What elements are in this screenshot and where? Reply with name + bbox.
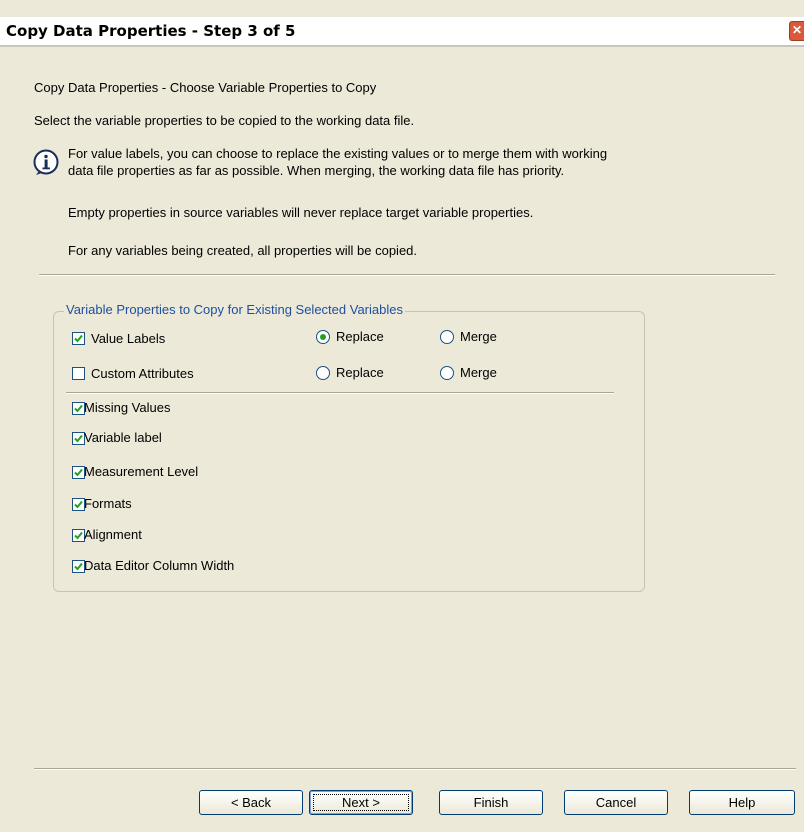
custom-attributes-replace-label[interactable]: Replace: [336, 365, 384, 380]
step-heading: Copy Data Properties - Choose Variable P…: [34, 80, 377, 95]
value-labels-checkbox[interactable]: [72, 332, 85, 345]
custom-attributes-replace-radio[interactable]: [316, 366, 330, 380]
help-button[interactable]: Help: [689, 790, 795, 815]
note-new-variables: For any variables being created, all pro…: [68, 243, 418, 258]
value-labels-label[interactable]: Value Labels: [91, 331, 165, 346]
info-text-line1: For value labels, you can choose to repl…: [68, 146, 608, 161]
variable-label-label[interactable]: Variable label: [84, 430, 162, 445]
instruction-text: Select the variable properties to be cop…: [34, 113, 415, 128]
alignment-label[interactable]: Alignment: [84, 527, 142, 542]
footer-separator: [34, 768, 796, 770]
focus-rectangle: [313, 794, 409, 811]
value-labels-replace-radio[interactable]: [316, 330, 330, 344]
info-icon: [33, 149, 59, 175]
dialog-window: Copy Data Properties - Step 3 of 5 ✕ Cop…: [0, 0, 804, 832]
custom-attributes-merge-label[interactable]: Merge: [460, 365, 497, 380]
value-labels-replace-label[interactable]: Replace: [336, 329, 384, 344]
measurement-level-label[interactable]: Measurement Level: [84, 464, 198, 479]
next-button[interactable]: Next >: [309, 790, 413, 815]
cancel-button[interactable]: Cancel: [564, 790, 668, 815]
group-title: Variable Properties to Copy for Existing…: [64, 302, 405, 317]
note-empty-properties: Empty properties in source variables wil…: [68, 205, 534, 220]
finish-button[interactable]: Finish: [439, 790, 543, 815]
value-labels-merge-label[interactable]: Merge: [460, 329, 497, 344]
formats-label[interactable]: Formats: [84, 496, 132, 511]
title-bar: Copy Data Properties - Step 3 of 5 ✕: [0, 17, 804, 47]
header-separator: [39, 274, 775, 276]
close-icon[interactable]: ✕: [789, 21, 804, 41]
back-button[interactable]: < Back: [199, 790, 303, 815]
column-width-label[interactable]: Data Editor Column Width: [84, 558, 234, 573]
custom-attributes-label[interactable]: Custom Attributes: [91, 366, 194, 381]
properties-groupbox: [53, 311, 645, 592]
value-labels-merge-radio[interactable]: [440, 330, 454, 344]
custom-attributes-merge-radio[interactable]: [440, 366, 454, 380]
info-text-line2: data file properties as far as possible.…: [68, 163, 565, 178]
custom-attributes-checkbox[interactable]: [72, 367, 85, 380]
window-title: Copy Data Properties - Step 3 of 5: [6, 22, 296, 40]
missing-values-label[interactable]: Missing Values: [84, 400, 170, 415]
group-separator: [66, 392, 614, 394]
